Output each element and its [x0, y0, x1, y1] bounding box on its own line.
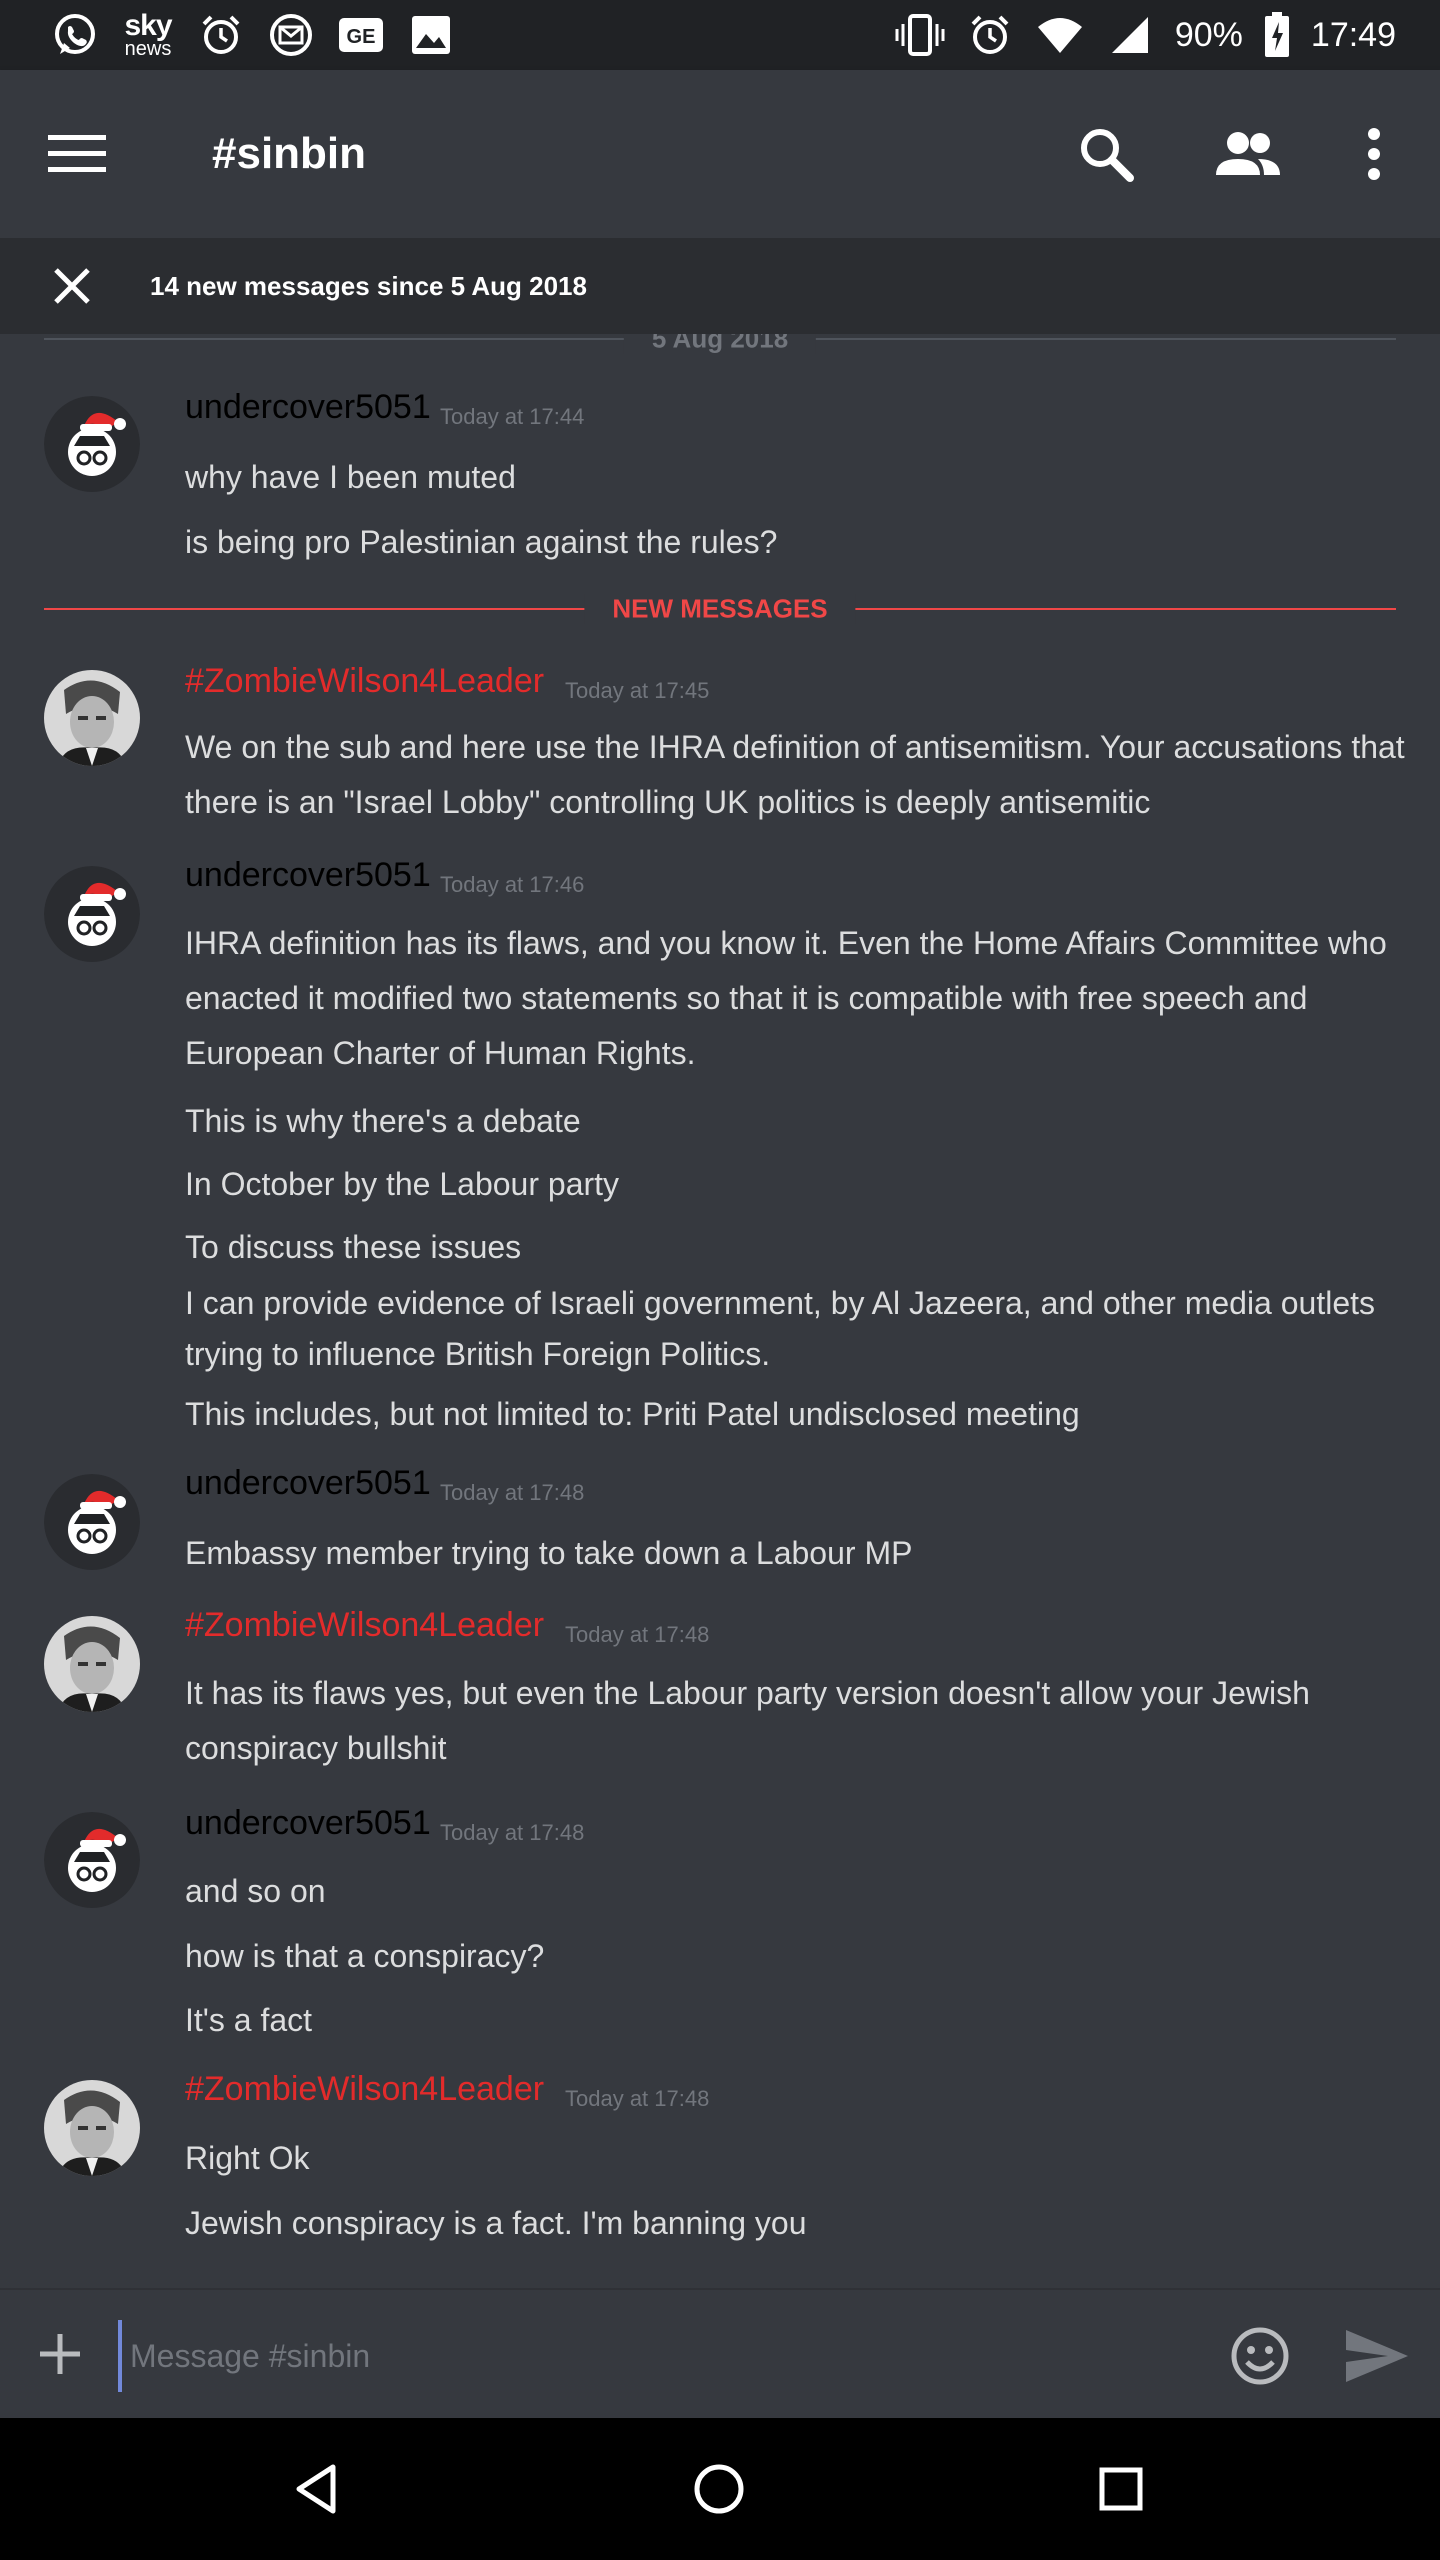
clock: 17:49	[1310, 15, 1396, 54]
new-messages-divider: NEW MESSAGES	[44, 593, 1396, 625]
mail-icon	[266, 12, 316, 58]
message-text: why have I been muted	[185, 459, 516, 495]
message-author[interactable]: undercover5051	[185, 388, 431, 427]
members-icon[interactable]	[1214, 120, 1282, 188]
battery-charging-icon	[1263, 12, 1291, 58]
new-messages-banner[interactable]: 14 new messages since 5 Aug 2018	[0, 238, 1440, 334]
send-icon[interactable]	[1344, 2326, 1410, 2386]
message-author[interactable]: undercover5051	[185, 856, 431, 895]
whatsapp-icon	[50, 12, 100, 58]
vibrate-icon	[895, 12, 945, 58]
emoji-icon[interactable]	[1228, 2324, 1292, 2388]
message-text: Embassy member trying to take down a Lab…	[185, 1535, 913, 1571]
system-nav-bar	[0, 2418, 1440, 2560]
alarm-status-icon	[965, 12, 1015, 58]
image-icon	[406, 12, 456, 58]
avatar[interactable]	[44, 1474, 140, 1570]
avatar[interactable]	[44, 2080, 140, 2176]
message-text: We on the sub and here use the IHRA defi…	[185, 729, 1405, 820]
ge-label: GE	[347, 26, 376, 48]
message-text: Right Ok	[185, 2140, 310, 2176]
message-timestamp: Today at 17:48	[565, 2086, 710, 2111]
message-text: how is that a conspiracy?	[185, 1938, 545, 1974]
avatar[interactable]	[44, 1616, 140, 1712]
message-author[interactable]: undercover5051	[185, 1464, 431, 1503]
message-author[interactable]: #ZombieWilson4Leader	[185, 2070, 544, 2109]
avatar[interactable]	[44, 866, 140, 962]
message-text: This is why there's a debate	[185, 1103, 581, 1139]
search-icon[interactable]	[1072, 120, 1140, 188]
message-text: is being pro Palestinian against the rul…	[185, 524, 778, 560]
message-text: It's a fact	[185, 2002, 313, 2038]
message-input[interactable]	[118, 2320, 1132, 2392]
message-text: This includes, but not limited to: Priti…	[185, 1396, 1080, 1432]
avatar[interactable]	[44, 396, 140, 492]
date-divider: 5 Aug 2018	[44, 334, 1396, 355]
message-author[interactable]: undercover5051	[185, 1804, 431, 1843]
alarm-icon	[196, 12, 246, 58]
signal-icon	[1105, 12, 1155, 58]
message-text: Jewish conspiracy is a fact. I'm banning…	[185, 2205, 807, 2241]
close-icon[interactable]	[50, 264, 94, 308]
message-text: and so on	[185, 1873, 326, 1909]
back-icon[interactable]	[282, 2454, 352, 2524]
message-text: It has its flaws yes, but even the Labou…	[185, 1675, 1310, 1766]
message-timestamp: Today at 17:45	[565, 678, 710, 703]
message-text: IHRA definition has its flaws, and you k…	[185, 925, 1387, 1071]
message-author[interactable]: #ZombieWilson4Leader	[185, 662, 544, 701]
message-timestamp: Today at 17:46	[440, 872, 585, 897]
sky-label: sky	[124, 9, 172, 42]
avatar[interactable]	[44, 1812, 140, 1908]
date-divider-label: 5 Aug 2018	[623, 334, 817, 355]
home-icon[interactable]	[684, 2454, 754, 2524]
more-icon[interactable]	[1340, 120, 1408, 188]
channel-title: #sinbin	[212, 129, 367, 178]
menu-icon[interactable]	[46, 124, 108, 184]
add-attachment-icon[interactable]	[36, 2330, 84, 2378]
new-messages-text: 14 new messages since 5 Aug 2018	[150, 271, 587, 301]
message-timestamp: Today at 17:44	[440, 404, 585, 429]
battery-percent: 90%	[1174, 15, 1243, 54]
message-timestamp: Today at 17:48	[440, 1820, 585, 1845]
avatar[interactable]	[44, 670, 140, 766]
news-label: news	[124, 38, 172, 60]
status-bar: sky news GE 90% 17:49	[0, 0, 1440, 70]
message-author[interactable]: #ZombieWilson4Leader	[185, 1606, 544, 1645]
ge-icon: GE	[336, 12, 386, 58]
message-text: In October by the Labour party	[185, 1166, 620, 1202]
new-messages-label: NEW MESSAGES	[584, 593, 856, 625]
message-text: I can provide evidence of Israeli govern…	[185, 1285, 1376, 1372]
message-composer	[0, 2288, 1440, 2420]
app-bar: #sinbin	[0, 70, 1440, 238]
message-timestamp: Today at 17:48	[565, 1622, 710, 1647]
message-timestamp: Today at 17:48	[440, 1480, 585, 1505]
message-text: To discuss these issues	[185, 1229, 522, 1265]
wifi-icon	[1035, 12, 1085, 58]
sky-news-icon: sky news	[120, 9, 176, 60]
recents-icon[interactable]	[1086, 2454, 1156, 2524]
message-list[interactable]: 5 Aug 2018 undercover5051 Today at 17:44…	[0, 334, 1440, 2288]
